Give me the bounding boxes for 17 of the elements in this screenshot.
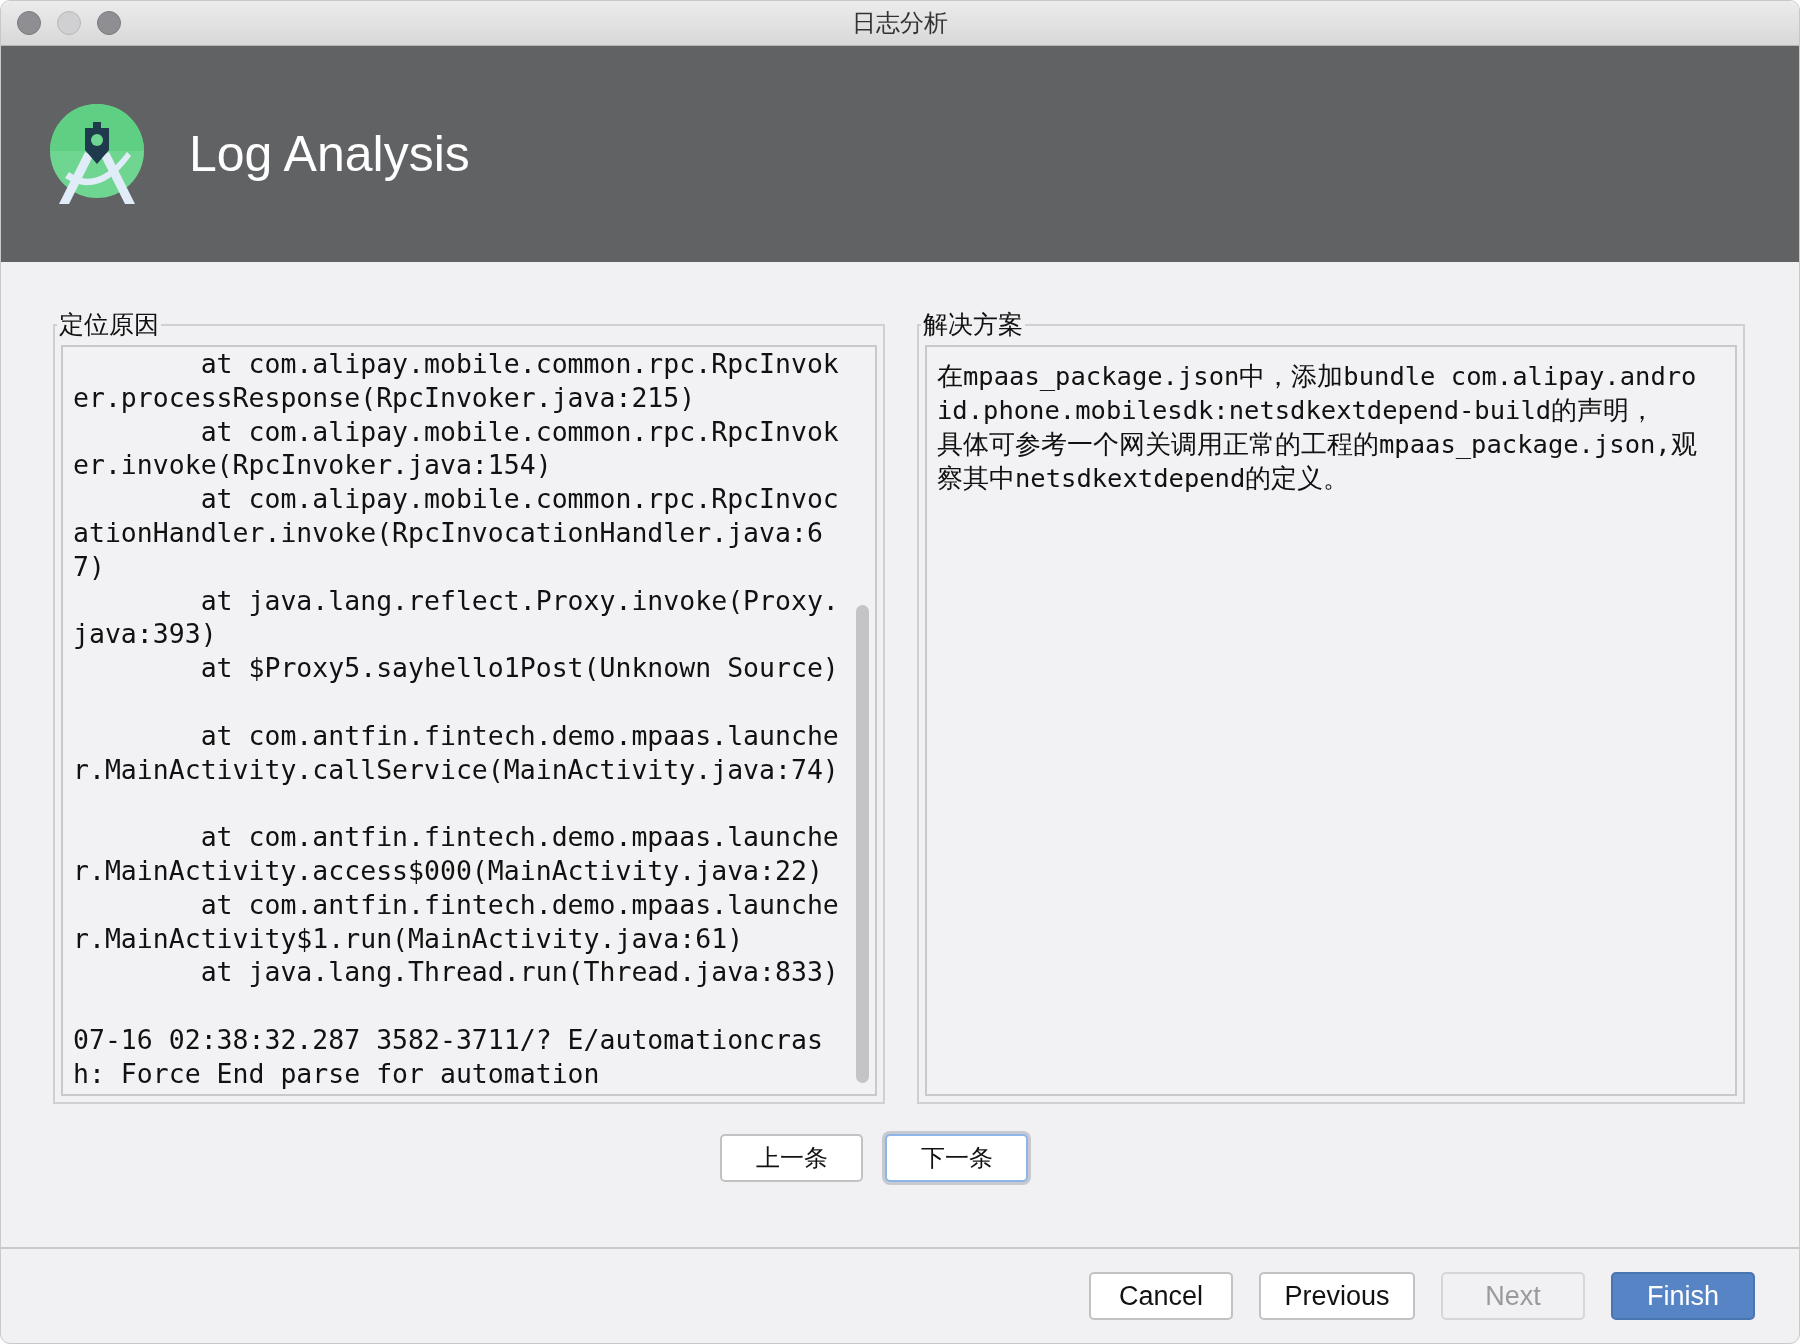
solution-paragraph: 具体可参考一个网关调用正常的工程的mpaas_package.json,观察其中netsdkextdepend的定义。 (937, 428, 1698, 495)
close-button[interactable] (17, 11, 41, 35)
log-text: at com.alipay.mobile.common.rpc.RpcInvoker.processResponse(RpcInvoker.java:215) at com.alipay.mobile.common.rpc.RpcInvoker.invoke(RpcInvoker.java:154) at com.alipay.mobile.common.rpc.RpcInvocationHandler.invoke(RpcInvocationHandler.java:67) at java.lang.reflect.Proxy.invoke(Proxy.java:393) at $Proxy5.sayhello1Post(Unknown Source) at com.antfin.fintech.demo.mpaas.launcher.MainActivity.callService(MainActivity.java:74) at com.antfin.fintech.demo.mpaas.launcher.MainActivity.access$000(MainActivity.java:22) at com.antfin.fintech.demo.mpaas.launcher.MainActivity$1.run(MainActivity.java:61) at java.lang.Thread.run(Thread.java:833) 07-16 02:38:32.287 3582-3711/? E/automationcrash: Force End parse for automation (72, 347, 840, 1091)
window-title: 日志分析 (852, 8, 948, 39)
navigation-button[interactable]: 上一条 (720, 1134, 863, 1182)
scrollbar-thumb[interactable] (856, 605, 869, 1083)
wizard-button[interactable]: Previous (1259, 1272, 1415, 1320)
group-legend: 定位原因 (57, 308, 161, 341)
wizard-button[interactable]: Cancel (1089, 1272, 1233, 1320)
solution-text-area[interactable]: 在mpaas_package.json中，添加bundle com.alipay.android.phone.mobilesdk:netsdkextdepend-build的声明， 具体可参考一个网关调用正常的工程的mpaas_package.json,观察其中netsdkextdepend的定义。 (925, 345, 1737, 1096)
solution-paragraph: 在mpaas_package.json中，添加bundle com.alipay.android.phone.mobilesdk:netsdkextdepend-build的声明， (937, 360, 1698, 427)
header-title: Log Analysis (189, 125, 470, 183)
wizard-button[interactable]: Finish (1611, 1272, 1755, 1320)
zoom-button[interactable] (97, 11, 121, 35)
compass-logo-icon (47, 101, 147, 207)
navigation-button[interactable]: 下一条 (885, 1134, 1028, 1182)
group-legend: 解决方案 (921, 308, 1025, 341)
